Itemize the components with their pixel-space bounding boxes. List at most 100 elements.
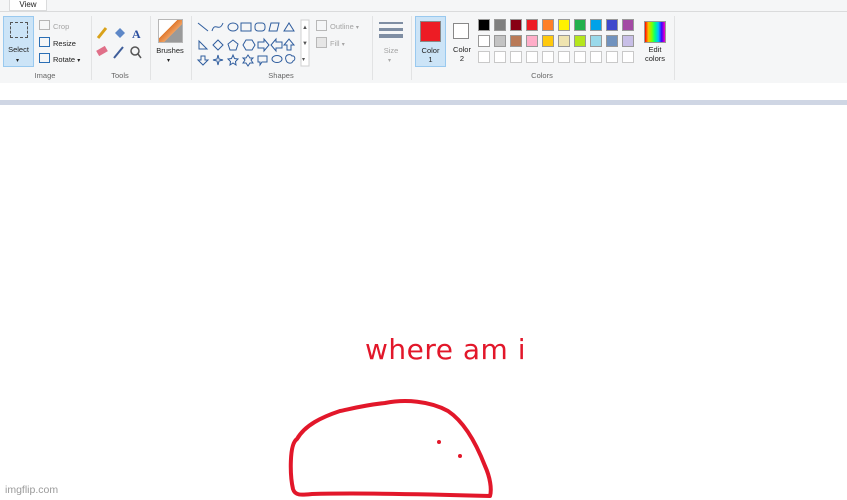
five-point-star-shape-icon[interactable] xyxy=(226,53,240,67)
triangle-shape-icon[interactable] xyxy=(283,22,295,32)
down-arrow-shape-icon[interactable] xyxy=(196,55,210,66)
polygon-shape-icon[interactable] xyxy=(268,22,280,32)
left-arrow-shape-icon[interactable] xyxy=(270,37,283,53)
magnifier-icon[interactable] xyxy=(130,46,142,59)
tab-view[interactable]: View xyxy=(9,0,47,11)
four-point-star-shape-icon[interactable] xyxy=(212,54,224,66)
palette-swatch[interactable] xyxy=(558,19,570,31)
colors-group-label: Colors xyxy=(531,71,553,80)
oval-shape-icon[interactable] xyxy=(227,22,239,32)
divider xyxy=(372,16,373,80)
palette-swatch[interactable] xyxy=(606,19,618,31)
custom-color-slot[interactable] xyxy=(494,51,506,63)
crop-label: Crop xyxy=(53,22,70,31)
palette-swatch[interactable] xyxy=(494,35,506,47)
palette-swatch[interactable] xyxy=(558,35,570,47)
chevron-down-icon: ▾ xyxy=(355,25,359,31)
shapes-scroll-icon[interactable]: ▲ ▼ ▾ xyxy=(300,19,310,67)
color1-label: Color xyxy=(421,46,440,55)
callout-oval-shape-icon[interactable] xyxy=(271,55,283,63)
palette-swatch[interactable] xyxy=(478,19,490,31)
canvas-caption-text: where am i xyxy=(365,333,527,366)
ribbon: Select ▾ Crop Resize Rotate ▾ Image A To… xyxy=(0,11,847,84)
custom-color-slot[interactable] xyxy=(478,51,490,63)
palette-swatch[interactable] xyxy=(590,35,602,47)
chevron-down-icon: ▾ xyxy=(167,58,171,64)
rotate-icon xyxy=(39,53,50,63)
up-arrow-shape-icon[interactable] xyxy=(282,38,296,51)
rectangle-shape-icon[interactable] xyxy=(240,22,252,32)
palette-swatch[interactable] xyxy=(622,19,634,31)
select-rectangle-icon xyxy=(10,22,28,38)
size-label: Size xyxy=(383,46,399,55)
chevron-down-icon: ▾ xyxy=(16,58,20,64)
fill-bucket-icon[interactable] xyxy=(115,28,125,38)
right-triangle-shape-icon[interactable] xyxy=(198,39,209,50)
crop-button[interactable]: Crop xyxy=(39,20,69,31)
callout-cloud-shape-icon[interactable] xyxy=(285,54,296,64)
custom-color-slot[interactable] xyxy=(558,51,570,63)
palette-swatch[interactable] xyxy=(590,19,602,31)
eraser-icon[interactable] xyxy=(96,45,108,57)
pencil-icon[interactable] xyxy=(96,27,108,39)
pentagon-shape-icon[interactable] xyxy=(227,39,239,51)
color-picker-icon[interactable] xyxy=(113,46,124,59)
palette-swatch[interactable] xyxy=(542,19,554,31)
rounded-rectangle-shape-icon[interactable] xyxy=(254,22,266,32)
custom-color-slot[interactable] xyxy=(606,51,618,63)
palette-swatch[interactable] xyxy=(526,35,538,47)
fill-button[interactable]: Fill ▾ xyxy=(316,37,345,48)
curve-shape-icon[interactable] xyxy=(211,22,224,32)
custom-color-slot[interactable] xyxy=(526,51,538,63)
callout-rectangle-shape-icon[interactable] xyxy=(257,55,268,67)
shapes-gallery[interactable]: ▲ ▼ ▾ xyxy=(195,19,311,69)
size-button[interactable]: Size ▾ xyxy=(376,16,406,67)
color2-label: Color xyxy=(453,45,471,54)
select-button[interactable]: Select ▾ xyxy=(3,16,34,67)
custom-color-slot[interactable] xyxy=(510,51,522,63)
six-point-star-shape-icon[interactable] xyxy=(241,54,255,67)
custom-color-slot[interactable] xyxy=(622,51,634,63)
palette-swatch[interactable] xyxy=(606,35,618,47)
custom-color-slot[interactable] xyxy=(590,51,602,63)
color1-button[interactable]: Color 1 xyxy=(415,16,446,67)
hexagon-shape-icon[interactable] xyxy=(242,39,256,51)
palette-swatch[interactable] xyxy=(622,35,634,47)
chevron-down-icon: ▾ xyxy=(341,42,345,48)
custom-color-slot[interactable] xyxy=(542,51,554,63)
fill-label: Fill xyxy=(330,39,340,48)
color2-button[interactable]: Color 2 xyxy=(449,16,475,67)
brushes-button[interactable]: Brushes ▾ xyxy=(153,16,187,67)
text-icon[interactable]: A xyxy=(132,27,141,41)
palette-swatch[interactable] xyxy=(510,19,522,31)
palette-swatch[interactable] xyxy=(526,19,538,31)
svg-text:▲: ▲ xyxy=(302,25,308,31)
diamond-shape-icon[interactable] xyxy=(212,39,224,51)
custom-color-slot[interactable] xyxy=(574,51,586,63)
palette-swatch[interactable] xyxy=(542,35,554,47)
divider xyxy=(191,16,192,80)
rotate-button[interactable]: Rotate ▾ xyxy=(39,53,80,64)
palette-swatch[interactable] xyxy=(574,35,586,47)
resize-button[interactable]: Resize xyxy=(39,37,76,48)
tools-icons: A xyxy=(96,27,142,59)
palette-swatch[interactable] xyxy=(510,35,522,47)
outline-button[interactable]: Outline ▾ xyxy=(316,20,359,31)
doodle-eye-right xyxy=(458,454,462,458)
palette-swatch[interactable] xyxy=(574,19,586,31)
doodle-eye-left xyxy=(437,440,441,444)
shapes-group-label: Shapes xyxy=(268,71,294,80)
palette-swatch[interactable] xyxy=(478,35,490,47)
imgflip-watermark: imgflip.com xyxy=(5,484,59,496)
outline-label: Outline xyxy=(330,22,354,31)
edit-colors-button[interactable]: Edit colors xyxy=(641,16,669,67)
drawing-canvas[interactable] xyxy=(0,105,847,500)
right-arrow-shape-icon[interactable] xyxy=(257,37,270,53)
palette-swatch[interactable] xyxy=(494,19,506,31)
svg-text:▾: ▾ xyxy=(302,57,305,63)
line-shape-icon[interactable] xyxy=(197,22,209,32)
rainbow-palette-icon xyxy=(644,21,666,43)
svg-text:A: A xyxy=(132,27,141,41)
resize-icon xyxy=(39,37,50,47)
image-group-label: Image xyxy=(34,71,56,80)
